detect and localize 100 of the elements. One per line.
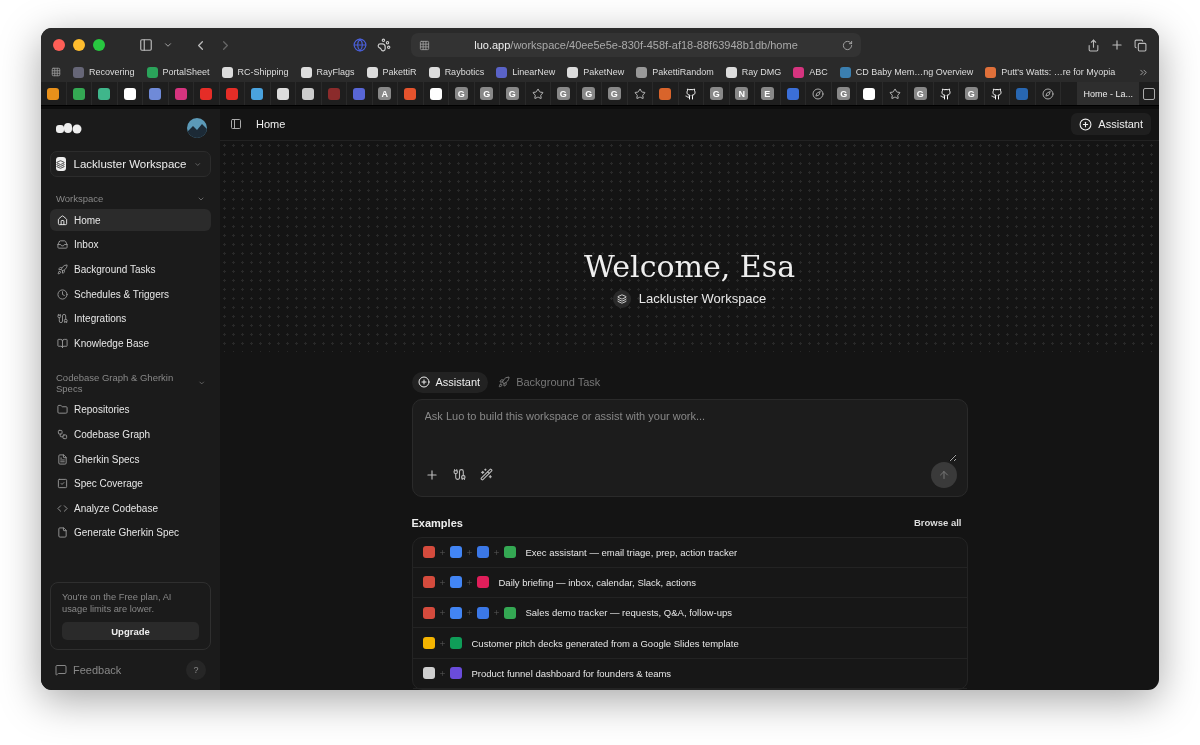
sidebar-toggle-icon[interactable] <box>139 38 153 52</box>
favicon-icon[interactable] <box>251 87 264 100</box>
sidebar-item[interactable]: Repositories <box>50 398 211 421</box>
bookmark[interactable]: Recovering <box>73 66 135 78</box>
tabs-overview-icon[interactable] <box>1134 38 1147 52</box>
example-row[interactable]: Customer pitch decks generated from a Google Slides template <box>412 628 967 659</box>
bookmark-letter-icon[interactable]: G <box>837 87 851 100</box>
send-button[interactable] <box>930 461 957 488</box>
plus-icon <box>438 578 446 586</box>
bookmark[interactable]: PakettiR <box>366 66 417 78</box>
sidebar-item[interactable]: Codebase Graph <box>50 423 211 446</box>
mode-tab[interactable]: Assistant <box>411 371 489 393</box>
bookmark[interactable]: ABC <box>793 66 828 78</box>
bookmark[interactable]: RC-Shipping <box>221 66 289 78</box>
app-icon <box>449 667 462 680</box>
favicon-icon[interactable] <box>98 87 111 100</box>
bookmark-letter-icon[interactable]: G <box>709 87 723 100</box>
globe-icon[interactable] <box>353 38 367 52</box>
help-button[interactable]: ? <box>186 660 206 680</box>
bookmark-letter-icon[interactable]: G <box>582 87 596 100</box>
example-row[interactable]: Exec assistant — email triage, prep, action tracker <box>412 537 967 568</box>
section-title[interactable]: Codebase Graph & Gherkin Specs <box>50 371 198 394</box>
paw-icon[interactable] <box>377 38 391 52</box>
star-icon[interactable] <box>888 87 901 100</box>
star-icon[interactable] <box>531 87 544 100</box>
bookmark-letter-icon[interactable]: G <box>505 87 519 100</box>
reload-icon[interactable] <box>842 39 853 51</box>
sidebar-item[interactable]: Spec Coverage <box>50 472 211 495</box>
bookmark-letter-icon[interactable]: A <box>378 87 392 100</box>
page-menu-icon[interactable] <box>419 39 430 51</box>
plus-circle-icon <box>1079 117 1093 131</box>
compass-icon[interactable] <box>1041 87 1054 100</box>
plus-circle-icon <box>417 376 430 388</box>
pinned-tab[interactable]: Home - La... <box>1077 82 1139 105</box>
add-icon[interactable] <box>424 467 439 482</box>
apps-grid-icon[interactable] <box>51 67 61 77</box>
magic-wand-icon[interactable] <box>479 468 493 481</box>
favicon-icon[interactable] <box>47 87 60 100</box>
address-field[interactable]: luo.app/workspace/40ee5e5e-830f-458f-af18-88f63948b1db/home <box>411 33 861 57</box>
section-title[interactable]: Workspace <box>50 193 110 204</box>
bookmark-letter-icon[interactable]: G <box>556 87 570 100</box>
bookmark[interactable]: Raybotics <box>428 66 485 78</box>
compass-icon[interactable] <box>812 87 825 100</box>
bookmark[interactable]: PortalSheet <box>146 66 210 78</box>
zoom-window-button[interactable] <box>93 39 105 51</box>
bookmark-letter-icon[interactable]: G <box>480 87 494 100</box>
favicon-icon[interactable] <box>863 87 876 100</box>
bookmark[interactable]: PakettiRandom <box>636 66 714 78</box>
sidebar-item[interactable]: Knowledge Base <box>50 332 211 355</box>
close-window-button[interactable] <box>53 39 65 51</box>
prompt-box[interactable]: Ask Luo to build this workspace or assist with your work... <box>411 398 968 497</box>
bookmark[interactable]: PaketNew <box>567 66 625 78</box>
chevron-down-icon[interactable] <box>163 40 173 50</box>
sidebar-item[interactable]: Generate Gherkin Spec <box>50 521 211 544</box>
upgrade-button[interactable]: Upgrade <box>62 622 199 640</box>
favicon-icon[interactable] <box>429 87 442 100</box>
bookmark[interactable]: CD Baby Mem…ng Overview <box>839 66 974 78</box>
bookmark-letter-icon[interactable]: G <box>964 87 978 100</box>
browse-all-link[interactable]: Browse all <box>913 517 968 528</box>
bookmark-letter-icon[interactable]: G <box>454 87 468 100</box>
bookmark[interactable]: LinearNew <box>496 66 556 78</box>
bookmark[interactable]: RayFlags <box>300 66 355 78</box>
bookmark-letter-icon[interactable]: N <box>735 87 749 100</box>
workspace-switcher[interactable]: Lackluster Workspace <box>50 151 211 177</box>
bookmark-letter-icon[interactable]: G <box>607 87 621 100</box>
plus-icon <box>465 578 473 586</box>
favicon-icon[interactable] <box>302 87 315 100</box>
app-icon <box>449 546 462 559</box>
inbox-icon <box>57 239 68 251</box>
example-row[interactable]: Daily briefing — inbox, calendar, Slack, actions <box>412 567 967 599</box>
sidebar-item[interactable]: Schedules & Triggers <box>50 283 211 306</box>
star-icon[interactable] <box>633 87 646 100</box>
favicon-icon[interactable] <box>276 87 289 100</box>
app-icon <box>476 546 489 559</box>
bookmark-letter-icon[interactable]: G <box>913 87 927 100</box>
sidebar-item[interactable]: Integrations <box>50 307 211 330</box>
bookmark[interactable]: Ray DMG <box>725 66 782 78</box>
github-icon[interactable] <box>684 87 697 100</box>
mode-tab[interactable]: Background Task <box>492 371 609 393</box>
sidebar-item[interactable]: Analyze Codebase <box>50 497 211 520</box>
bookmark[interactable]: Putt's Watts: …re for Myopia <box>985 66 1116 78</box>
github-icon[interactable] <box>990 87 1003 100</box>
assistant-button[interactable]: Assistant <box>1071 113 1151 136</box>
share-icon[interactable] <box>1087 38 1100 52</box>
integrations-icon[interactable] <box>452 468 466 481</box>
sidebar-toggle-icon[interactable] <box>230 118 242 131</box>
app-icon <box>422 576 435 589</box>
feedback-button[interactable]: Feedback <box>55 664 122 676</box>
sidebar-item[interactable]: Inbox <box>50 233 211 256</box>
github-icon[interactable] <box>939 87 952 100</box>
sidebar-item[interactable]: Gherkin Specs <box>50 448 211 471</box>
minimize-window-button[interactable] <box>73 39 85 51</box>
url-text[interactable]: luo.app/workspace/40ee5e5e-830f-458f-af18-88f63948b1db/home <box>438 39 834 51</box>
example-row[interactable]: Sales demo tracker — requests, Q&A, follow-ups <box>412 598 967 629</box>
example-row[interactable]: Product funnel dashboard for founders & teams <box>412 658 967 689</box>
bookmark-letter-icon[interactable]: E <box>760 87 774 100</box>
new-tab-icon[interactable] <box>1110 38 1124 52</box>
sidebar-item[interactable]: Home <box>50 209 211 232</box>
favicon-icon[interactable] <box>123 87 136 100</box>
sidebar-item[interactable]: Background Tasks <box>50 258 211 281</box>
